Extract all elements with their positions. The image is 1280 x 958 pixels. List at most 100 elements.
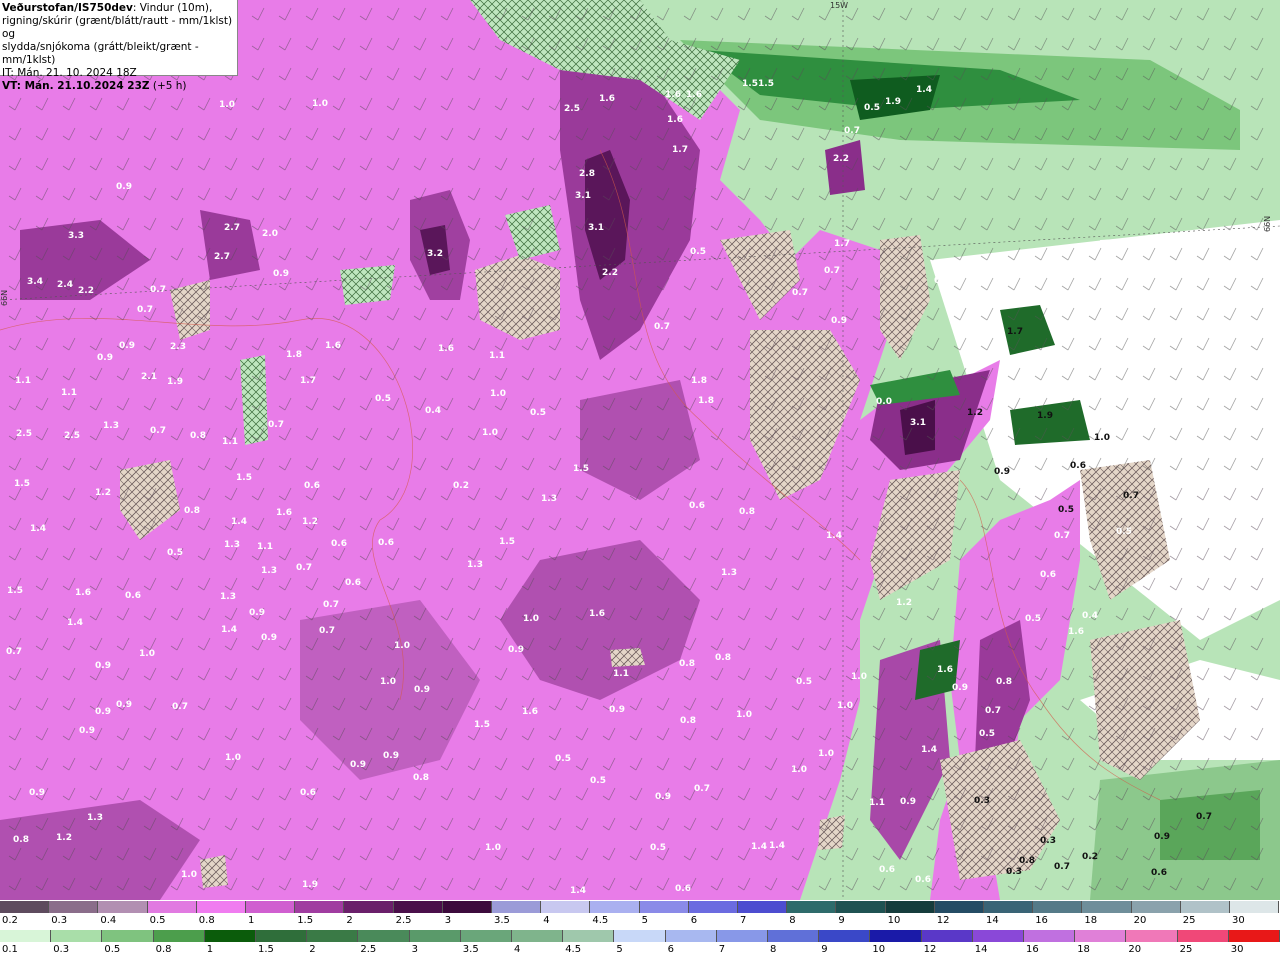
colorbar-swatch: [98, 901, 148, 913]
lead-time: (+5 h): [149, 80, 187, 92]
colorbar-swatch: [1082, 901, 1132, 913]
colorbar-label: 5: [641, 915, 648, 926]
colorbar-label: 10: [887, 915, 901, 926]
precip-value-label: 1.6: [599, 94, 615, 104]
precip-value-label: 1.3: [467, 560, 483, 570]
colorbar-label: 9: [838, 915, 845, 926]
precip-value-label: 0.9: [273, 269, 289, 279]
precip-value-label: 0.7: [1123, 491, 1139, 501]
snow-colorbar: 0.2 0.3 0.4 0.5 0.8 1 1.5 2 2.5 3 3.5 4 4.5 5 6 7 8 9 10 12…: [0, 900, 1280, 929]
precip-value-label: 0.4: [1082, 611, 1098, 621]
precip-value-label: 0.3: [974, 796, 990, 806]
precip-value-label: 0.7: [934, 276, 950, 286]
precip-value-label: 1.0: [523, 614, 539, 624]
precip-value-label: 0.6: [879, 865, 895, 875]
precip-value-label: 1.2: [95, 488, 111, 498]
description-line2: rigning/skúrir (grænt/blátt/rautt - mm/1…: [2, 15, 233, 40]
precip-value-label: 0.6: [1070, 461, 1086, 471]
colorbar-swatch: [639, 901, 689, 913]
colorbar-label: 2: [346, 915, 353, 926]
precip-value-label: 0.7: [323, 600, 339, 610]
precip-value-label: 1.0: [380, 677, 396, 687]
colorbar-label: 7: [740, 915, 747, 926]
precip-value-label: 2.8: [579, 169, 595, 179]
colorbar-label: 14: [974, 944, 988, 955]
colorbar-swatch: [590, 901, 640, 913]
colorbar-label: 2.5: [395, 915, 412, 926]
precip-value-label: 1.0: [791, 765, 807, 775]
precip-value-label: 1.9: [1037, 411, 1053, 421]
precip-value-label: 1.4: [916, 85, 932, 95]
precip-value-label: 1.2: [967, 408, 983, 418]
colorbar-label: 30: [1230, 944, 1244, 955]
precip-value-label: 0.5: [555, 754, 571, 764]
precip-value-label: 1.2: [896, 598, 912, 608]
precip-value-label: 1.4: [826, 531, 842, 541]
precip-value-label: 0.9: [831, 316, 847, 326]
precip-value-label: 0.5: [864, 103, 880, 113]
colorbar-label: 0.8: [198, 915, 215, 926]
precip-value-label: 0.7: [1054, 531, 1070, 541]
colorbar-swatch: [204, 930, 256, 942]
colorbar-swatch: [563, 930, 615, 942]
precip-value-label: 0.5: [796, 677, 812, 687]
colorbar-label: 10: [872, 944, 886, 955]
map-canvas: 15W 66N 66N 1.0 1.0 2.51.6 1.6 1.61.61.5 1.51…: [0, 0, 1280, 900]
precip-value-label: 1.4: [570, 886, 586, 896]
precip-value-label: 0.6: [345, 578, 361, 588]
colorbar-swatch: [196, 901, 246, 913]
colorbar-label: 1: [206, 944, 214, 955]
precip-value-label: 1.1: [869, 798, 885, 808]
colorbar-label: 5: [616, 944, 623, 955]
precip-value-label: 0.9: [900, 797, 916, 807]
precip-value-label: 1.0: [818, 749, 834, 759]
colorbar-label: 0.3: [51, 915, 68, 926]
colorbar-swatch: [512, 930, 564, 942]
colorbar-label: 0.5: [149, 915, 166, 926]
precip-value-label: 0.0: [876, 397, 892, 407]
lat-label-66n-right: 66N: [1263, 216, 1272, 232]
precip-value-label: 0.7: [654, 322, 670, 332]
precip-value-label: 3.1: [588, 223, 604, 233]
lon-label-15w: 15W: [830, 1, 848, 10]
precip-value-label: 0.7: [296, 563, 312, 573]
colorbar-swatch: [246, 901, 296, 913]
precip-value-label: 3.1: [575, 191, 591, 201]
precip-value-label: 0.9: [95, 707, 111, 717]
precip-value-label: 1.5: [573, 464, 589, 474]
colorbar-label: 3: [411, 944, 418, 955]
precip-value-label: 2.0: [262, 229, 278, 239]
precip-value-label: 2.2: [833, 154, 849, 164]
precip-value-label: 0.9: [350, 760, 366, 770]
colorbar-swatch: [1180, 901, 1230, 913]
precip-value-label: 1.6: [1068, 627, 1084, 637]
colorbar-swatch: [1024, 930, 1076, 942]
colorbar-label: 7: [718, 944, 726, 955]
colorbar-swatch: [295, 901, 345, 913]
precip-value-label: 2.1: [141, 372, 157, 382]
colorbar-swatch: [870, 930, 922, 942]
colorbar-swatch: [738, 901, 788, 913]
colorbar-label: 25: [1179, 944, 1193, 955]
map-info-box: Veðurstofan/IS750dev: Vindur (10m), rign…: [0, 0, 238, 92]
colorbar-swatch: [102, 930, 154, 942]
colorbar-swatch: [768, 930, 820, 942]
precip-value-label: 1.0: [485, 843, 501, 853]
colorbar-label: 0.8: [155, 944, 172, 955]
colorbar-label: 25: [1182, 915, 1196, 926]
colorbar-label: 0.3: [53, 944, 70, 955]
precip-value-label: 0.5: [375, 394, 391, 404]
precip-value-label: 1.4: [67, 618, 83, 628]
description-line1: : Vindur (10m),: [132, 2, 213, 14]
colorbar-label: 0.5: [104, 944, 121, 955]
colorbar-swatch: [541, 901, 591, 913]
colorbar-swatch: [1230, 901, 1280, 913]
description-line3: slydda/snjókoma (grátt/bleikt/grænt - mm…: [2, 41, 199, 66]
colorbar-swatch: [0, 901, 50, 913]
precip-value-label: 1.0: [837, 701, 853, 711]
precip-value-label: 0.2: [453, 481, 469, 491]
precip-value-label: 1.5: [14, 479, 30, 489]
init-time: IT: Mán. 21. 10. 2024 18Z: [2, 67, 137, 79]
colorbar-swatch: [819, 930, 871, 942]
product-name: Veðurstofan/IS750dev: [2, 2, 133, 14]
